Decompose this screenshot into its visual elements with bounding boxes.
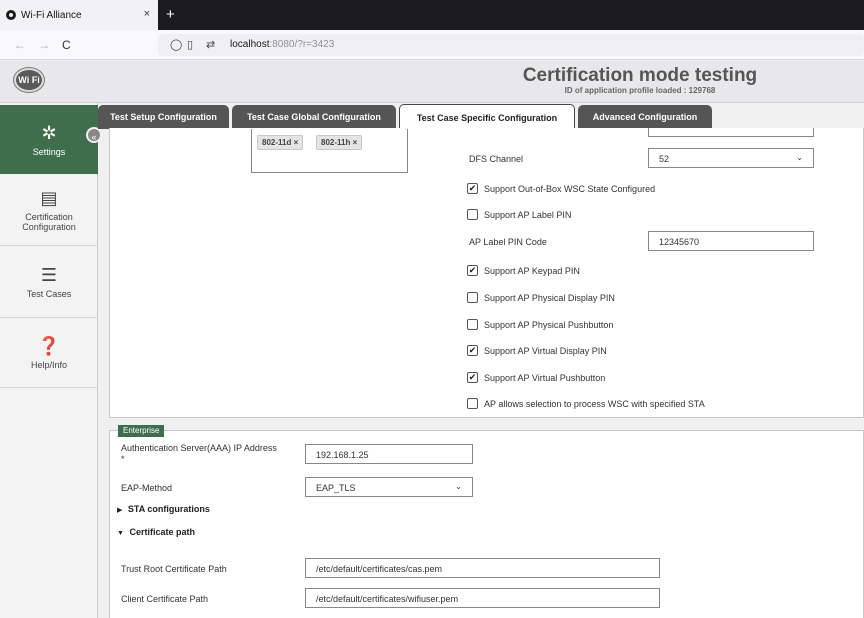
sta-configurations-toggle[interactable]: ▶ STA configurations xyxy=(117,504,210,514)
checkbox-out-of-box-wsc[interactable]: ✔ xyxy=(467,183,478,194)
certificate-path-toggle[interactable]: ▼ Certificate path xyxy=(117,527,195,537)
checkbox-label: Support AP Keypad PIN xyxy=(484,266,580,276)
browser-tab[interactable]: Wi-Fi Alliance × xyxy=(0,0,158,30)
eap-method-label: EAP-Method xyxy=(121,483,173,493)
url-text[interactable]: localhost:8080/?r=3423 xyxy=(230,39,334,50)
caret-down-icon: ▼ xyxy=(117,530,124,537)
client-cert-label: Client Certificate Path xyxy=(121,594,209,604)
chevron-down-icon: ⌄ xyxy=(455,482,462,491)
sidebar: ✲ Settings ▤ Certification Configuration… xyxy=(0,103,98,618)
sidebar-collapse-button[interactable]: « xyxy=(86,127,102,143)
band-chip[interactable]: 802-11d × xyxy=(257,135,304,150)
checkbox-label: Support AP Physical Pushbutton xyxy=(484,320,614,330)
checkbox-ap-virtual-pushbutton[interactable]: ✔ xyxy=(467,372,478,383)
sidebar-item-settings[interactable]: ✲ Settings xyxy=(0,105,98,174)
profile-id-subtitle: ID of application profile loaded : 12976… xyxy=(564,86,716,95)
sidebar-item-label: Certification Configuration xyxy=(22,211,76,232)
enterprise-legend: Enterprise xyxy=(118,425,165,437)
sidebar-item-label: Help/Info xyxy=(30,359,68,370)
checkbox-ap-physical-pushbutton[interactable] xyxy=(467,319,478,330)
eap-method-select[interactable]: EAP_TLS ⌄ xyxy=(305,477,473,497)
checkbox-label: Support AP Physical Display PIN xyxy=(484,293,615,303)
checkbox-ap-physical-display-pin[interactable] xyxy=(467,292,478,303)
ap-label-pin-code-label: AP Label PIN Code xyxy=(469,237,547,247)
page-icon[interactable]: ▯ xyxy=(187,38,193,51)
cut-off-field[interactable] xyxy=(648,128,814,137)
bands-multiselect[interactable]: 802-11d × 802-11h × xyxy=(251,129,408,173)
sidebar-item-label: Settings xyxy=(32,146,66,157)
tab-test-setup-configuration[interactable]: Test Setup Configuration xyxy=(98,105,229,129)
chevron-down-icon: ⌄ xyxy=(796,153,803,162)
browser-tab-strip: Wi-Fi Alliance × + xyxy=(0,0,864,30)
wifi-alliance-logo: Wi Fi xyxy=(14,68,44,92)
wifi-favicon-icon xyxy=(6,10,16,20)
gear-icon: ✲ xyxy=(41,122,57,143)
checkbox-label: Support AP Virtual Display PIN xyxy=(484,346,607,356)
client-cert-input[interactable]: /etc/default/certificates/wifiuser.pem xyxy=(305,588,660,608)
new-tab-button[interactable]: + xyxy=(166,7,175,22)
checkbox-label: Support Out-of-Box WSC State Configured xyxy=(484,184,656,194)
tab-test-case-global-configuration[interactable]: Test Case Global Configuration xyxy=(232,105,396,129)
required-marker: * xyxy=(121,454,125,464)
dfs-channel-select[interactable]: 52 ⌄ xyxy=(648,148,814,168)
list-icon: ☰ xyxy=(40,264,58,285)
shield-icon[interactable]: ◯ xyxy=(170,38,182,51)
browser-tab-title: Wi-Fi Alliance xyxy=(21,9,82,21)
trust-root-cert-input[interactable]: /etc/default/certificates/cas.pem xyxy=(305,558,660,578)
page-title: Certification mode testing xyxy=(522,65,758,86)
sidebar-item-label: Test Cases xyxy=(26,288,72,299)
id-card-icon: ▤ xyxy=(40,187,58,208)
browser-nav-bar: ← → C ◯ ▯ ⇄ localhost:8080/?r=3423 xyxy=(0,30,864,60)
checkbox-ap-keypad-pin[interactable]: ✔ xyxy=(467,265,478,276)
forward-button[interactable]: → xyxy=(38,38,50,52)
aaa-ip-input[interactable]: 192.168.1.25 xyxy=(305,444,473,464)
checkbox-ap-label-pin[interactable] xyxy=(467,209,478,220)
checkbox-label: AP allows selection to process WSC with … xyxy=(484,399,705,409)
band-chip[interactable]: 802-11h × xyxy=(316,135,363,150)
url-bar[interactable]: ◯ ▯ ⇄ localhost:8080/?r=3423 xyxy=(158,34,864,56)
question-icon: ❓ xyxy=(37,335,61,356)
aaa-ip-label: Authentication Server(AAA) IP Address xyxy=(121,443,277,453)
close-tab-icon[interactable]: × xyxy=(144,8,150,20)
trust-root-cert-label: Trust Root Certificate Path xyxy=(121,564,227,574)
caret-right-icon: ▶ xyxy=(117,507,123,514)
tab-advanced-configuration[interactable]: Advanced Configuration xyxy=(578,105,712,129)
checkbox-ap-virtual-display-pin[interactable]: ✔ xyxy=(467,345,478,356)
checkbox-label: Support AP Label PIN xyxy=(484,210,572,220)
dfs-channel-label: DFS Channel xyxy=(469,154,524,164)
back-button[interactable]: ← xyxy=(14,38,26,52)
sidebar-item-test-cases[interactable]: ☰ Test Cases xyxy=(0,246,98,318)
checkbox-ap-allows-selection[interactable] xyxy=(467,398,478,409)
config-tabs: Test Setup Configuration Test Case Globa… xyxy=(98,103,864,130)
permissions-icon[interactable]: ⇄ xyxy=(206,38,215,51)
reload-button[interactable]: C xyxy=(62,38,71,52)
checkbox-label: Support AP Virtual Pushbutton xyxy=(484,373,606,383)
sidebar-item-certification-configuration[interactable]: ▤ Certification Configuration xyxy=(0,174,98,246)
tab-test-case-specific-configuration[interactable]: Test Case Specific Configuration xyxy=(399,104,575,130)
app-header: Wi Fi Certification mode testing ID of a… xyxy=(0,61,864,103)
sidebar-item-help-info[interactable]: ❓ Help/Info xyxy=(0,318,98,388)
ap-label-pin-code-input[interactable]: 12345670 xyxy=(648,231,814,251)
